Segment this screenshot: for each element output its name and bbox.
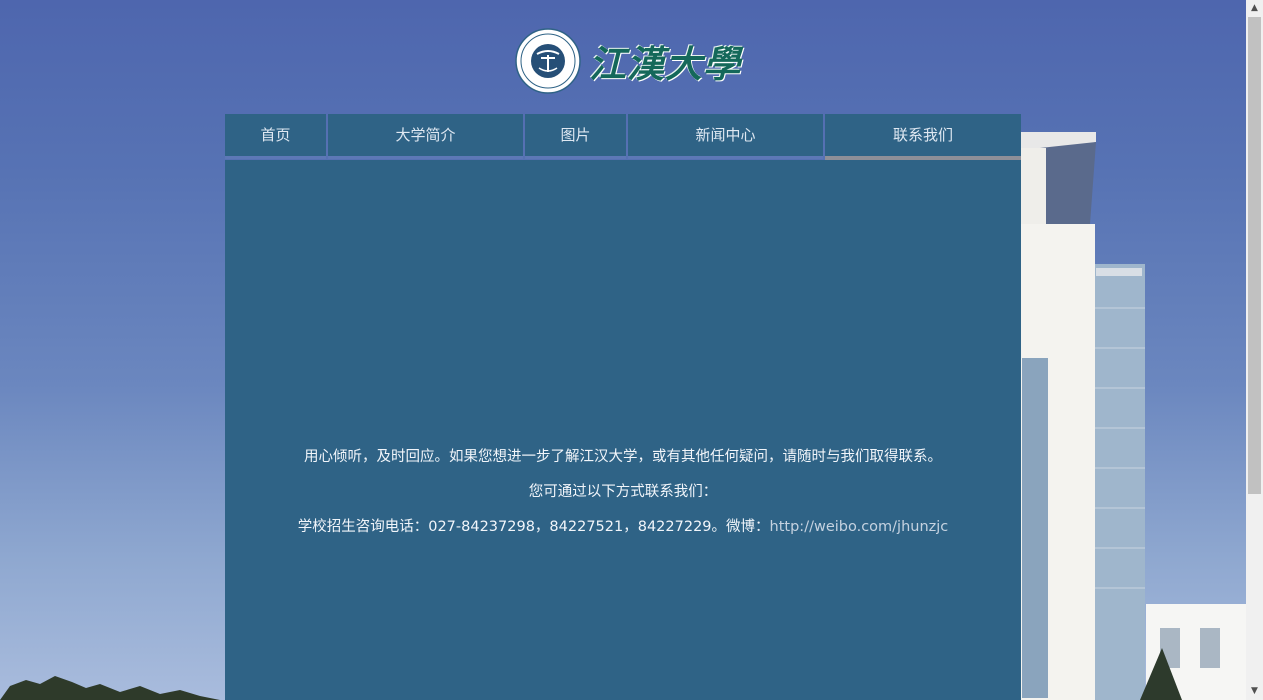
nav-item-news[interactable]: 新闻中心 — [628, 114, 823, 159]
main-nav: 首页 大学简介 图片 新闻中心 联系我们 — [225, 114, 1021, 160]
nav-item-pictures[interactable]: 图片 — [525, 114, 626, 159]
contact-details: 学校招生咨询电话：027-84237298，84227521，84227229。… — [225, 515, 1021, 536]
contact-intro-text: 用心倾听，及时回应。如果您想进一步了解江汉大学，或有其他任何疑问，请随时与我们取… — [304, 449, 942, 465]
contact-phone-text: 学校招生咨询电话：027-84237298，84227521，84227229。… — [297, 519, 770, 535]
scroll-up-icon[interactable]: ▲ — [1246, 0, 1263, 17]
contact-panel: 用心倾听，及时回应。如果您想进一步了解江汉大学，或有其他任何疑问，请随时与我们取… — [225, 160, 1021, 700]
campus-building-image — [1010, 132, 1246, 700]
contact-methods-text: 您可通过以下方式联系我们： — [528, 484, 718, 500]
scroll-down-icon[interactable]: ▼ — [1246, 683, 1263, 700]
nav-item-about[interactable]: 大学简介 — [328, 114, 523, 159]
weibo-link[interactable]: http://weibo.com/jhunzjc — [770, 519, 949, 535]
nav-item-contact[interactable]: 联系我们 — [825, 114, 1021, 160]
university-seal-icon — [515, 28, 581, 94]
scrollbar-thumb[interactable] — [1248, 17, 1261, 494]
university-logo[interactable]: 江漢大學 — [515, 26, 740, 94]
university-wordmark: 江漢大學 — [589, 42, 741, 86]
tree-silhouette — [0, 676, 220, 700]
nav-item-home[interactable]: 首页 — [225, 114, 326, 159]
page-scrollbar[interactable]: ▲ ▼ — [1246, 0, 1263, 700]
